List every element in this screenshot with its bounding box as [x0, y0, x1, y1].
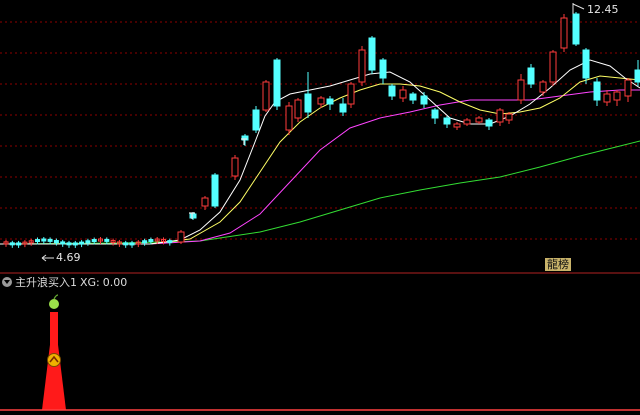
candle[interactable]: [327, 99, 333, 104]
xg-label: XG:: [80, 276, 100, 289]
candle[interactable]: [506, 114, 512, 120]
candle[interactable]: [178, 232, 184, 242]
dragon-list-badge[interactable]: 龍榜: [545, 258, 571, 271]
candle[interactable]: [305, 94, 311, 112]
candle: [105, 239, 109, 241]
candle[interactable]: [464, 120, 470, 124]
candle[interactable]: [410, 94, 416, 100]
candle: [17, 243, 21, 245]
signal-spike: [0, 312, 640, 410]
candle: [73, 243, 77, 245]
candle[interactable]: [274, 60, 280, 106]
flag-icon: [573, 3, 584, 14]
candle: [67, 243, 71, 245]
candle: [149, 240, 153, 242]
stock-chart[interactable]: [0, 0, 640, 415]
candle[interactable]: [594, 82, 600, 100]
price-grid: [0, 22, 640, 239]
candle[interactable]: [454, 124, 460, 127]
candle[interactable]: [295, 100, 301, 118]
candle[interactable]: [318, 98, 324, 104]
candle[interactable]: [389, 86, 395, 96]
candle[interactable]: [253, 110, 259, 130]
candle: [168, 241, 172, 243]
candle: [92, 240, 96, 242]
candle: [130, 243, 134, 245]
candle: [61, 242, 65, 244]
candle: [10, 243, 14, 245]
indicator-name[interactable]: 主升浪买入1: [15, 274, 77, 290]
collapse-arrow-icon[interactable]: [2, 277, 12, 287]
candle[interactable]: [625, 80, 631, 96]
candle[interactable]: [348, 84, 354, 104]
candle[interactable]: [614, 92, 620, 100]
chevron-up-icon: [48, 354, 61, 367]
candle: [42, 239, 46, 241]
candle[interactable]: [444, 118, 450, 124]
candle[interactable]: [635, 70, 640, 82]
xg-value: 0.00: [103, 276, 128, 289]
candle[interactable]: [561, 18, 567, 48]
candle[interactable]: [263, 82, 269, 110]
indicator-title-bar: 主升浪买入1 XG: 0.00: [0, 274, 127, 290]
candle: [54, 241, 58, 243]
candle[interactable]: [212, 175, 218, 206]
candle: [86, 241, 90, 243]
high-price-label: 12.45: [587, 3, 619, 16]
candle[interactable]: [432, 110, 438, 118]
ma-line: [0, 90, 640, 244]
candle[interactable]: [421, 96, 427, 104]
candle: [48, 239, 52, 241]
candle[interactable]: [202, 198, 208, 206]
candle: [124, 243, 128, 245]
low-price-label: 4.69: [56, 251, 81, 264]
candle[interactable]: [550, 52, 556, 82]
candle[interactable]: [476, 118, 482, 122]
candle[interactable]: [518, 80, 524, 100]
candle[interactable]: [369, 38, 375, 70]
candle[interactable]: [400, 90, 406, 98]
candle[interactable]: [583, 50, 589, 78]
candle[interactable]: [497, 110, 503, 122]
candle[interactable]: [340, 104, 346, 112]
candle[interactable]: [359, 50, 365, 82]
candle[interactable]: [540, 82, 546, 92]
candle: [80, 242, 84, 244]
apple-icon: [49, 295, 59, 309]
candle[interactable]: [486, 120, 492, 126]
candle[interactable]: [190, 214, 196, 218]
candle[interactable]: [573, 14, 579, 44]
ma-line: [0, 141, 640, 244]
candle[interactable]: [528, 68, 534, 84]
candle[interactable]: [604, 94, 610, 102]
candle: [143, 241, 147, 243]
candle[interactable]: [232, 158, 238, 176]
candle[interactable]: [286, 106, 292, 130]
candle: [36, 240, 40, 242]
candle[interactable]: [380, 60, 386, 78]
low-arrow: [42, 255, 54, 261]
candlesticks[interactable]: [4, 12, 640, 248]
